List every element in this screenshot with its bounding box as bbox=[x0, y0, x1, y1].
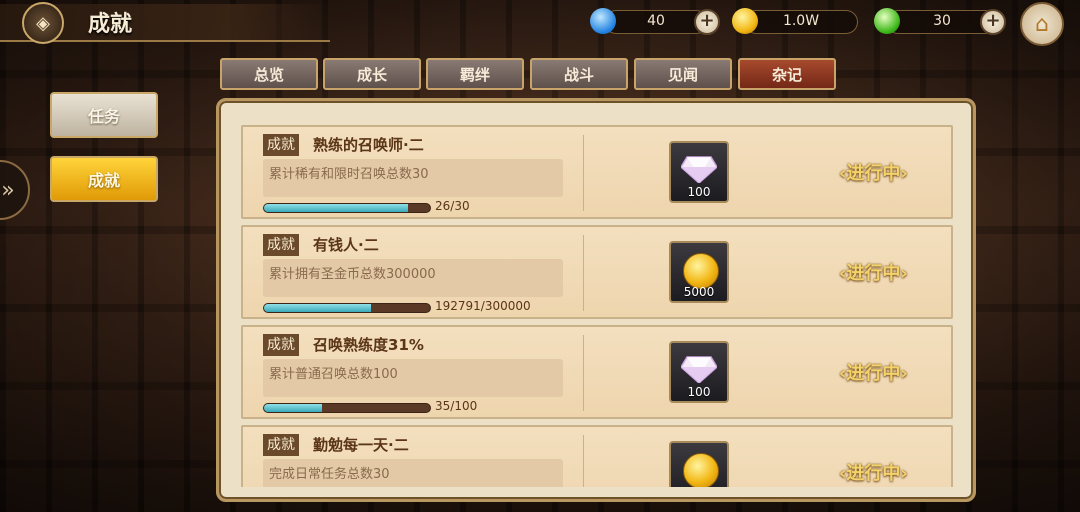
progress-text: 26/30 bbox=[435, 199, 470, 213]
crystal-icon bbox=[590, 8, 616, 34]
achievement-tag: 成就 bbox=[263, 334, 299, 356]
reward-item[interactable]: 100 bbox=[669, 341, 729, 403]
page-title: 成就 bbox=[88, 12, 133, 37]
diamond-back-icon: ◈ bbox=[36, 12, 50, 34]
currency-gold: 1.0W bbox=[744, 10, 858, 34]
tab-growth[interactable]: 成长 bbox=[323, 58, 421, 90]
add-crystal-button[interactable]: + bbox=[694, 9, 720, 35]
achievement-panel: 成就 熟练的召唤师·二 累计稀有和限时召唤总数30 26/30 100 ‹进行中… bbox=[216, 98, 976, 502]
achievement-name: 有钱人·二 bbox=[313, 236, 379, 254]
reward-item[interactable]: 100 bbox=[669, 141, 729, 203]
progress-bar bbox=[263, 303, 431, 313]
card-divider bbox=[583, 435, 584, 487]
side-tab-tasks-label: 任务 bbox=[87, 107, 120, 126]
currency-gold-value: 1.0W bbox=[782, 13, 820, 29]
status-label: 进行中 bbox=[846, 163, 901, 184]
status-in-progress: ‹进行中› bbox=[839, 263, 908, 284]
status-label: 进行中 bbox=[846, 463, 901, 484]
currency-crystal-value: 40 bbox=[647, 13, 665, 29]
card-divider bbox=[583, 235, 584, 311]
achievement-description: 累计稀有和限时召唤总数30 bbox=[263, 159, 563, 197]
tab-overview[interactable]: 总览 bbox=[220, 58, 318, 90]
gold-coin-reward-icon bbox=[683, 253, 719, 289]
back-button[interactable]: ◈ bbox=[22, 2, 64, 44]
card-divider bbox=[583, 335, 584, 411]
progress-bar bbox=[263, 403, 431, 413]
reward-quantity: 5000 bbox=[683, 285, 715, 299]
currency-crystal: 40 bbox=[604, 10, 708, 34]
tab-experience[interactable]: 见闻 bbox=[634, 58, 732, 90]
achievement-card: 成就 勤勉每一天·二 完成日常任务总数30 ‹进行中› bbox=[241, 425, 953, 487]
achievement-card: 成就 召唤熟练度31% 累计普通召唤总数100 35/100 100 ‹进行中› bbox=[241, 325, 953, 419]
side-tab-achievements-label: 成就 bbox=[87, 171, 120, 190]
side-tab-tasks[interactable]: 任务 bbox=[50, 92, 158, 138]
achievement-tag: 成就 bbox=[263, 434, 299, 456]
tab-battle[interactable]: 战斗 bbox=[530, 58, 628, 90]
achievement-list[interactable]: 成就 熟练的召唤师·二 累计稀有和限时召唤总数30 26/30 100 ‹进行中… bbox=[241, 125, 955, 487]
card-divider bbox=[583, 135, 584, 211]
home-button[interactable]: ⌂ bbox=[1020, 2, 1064, 46]
reward-item[interactable] bbox=[669, 441, 729, 487]
achievement-card: 成就 熟练的召唤师·二 累计稀有和限时召唤总数30 26/30 100 ‹进行中… bbox=[241, 125, 953, 219]
progress-text: 192791/300000 bbox=[435, 299, 531, 313]
achievement-description: 完成日常任务总数30 bbox=[263, 459, 563, 487]
achievement-card: 成就 有钱人·二 累计拥有圣金币总数300000 192791/300000 5… bbox=[241, 225, 953, 319]
achievement-description: 累计拥有圣金币总数300000 bbox=[263, 259, 563, 297]
achievement-tag: 成就 bbox=[263, 234, 299, 256]
achievement-name: 勤勉每一天·二 bbox=[313, 436, 409, 454]
status-label: 进行中 bbox=[846, 363, 901, 384]
crystal-reward-icon bbox=[681, 356, 717, 383]
status-in-progress: ‹进行中› bbox=[839, 363, 908, 384]
progress-fill bbox=[264, 304, 371, 312]
green-gem-icon bbox=[874, 8, 900, 34]
home-icon: ⌂ bbox=[1035, 11, 1049, 37]
achievement-name: 召唤熟练度31% bbox=[313, 336, 424, 354]
reward-quantity: 100 bbox=[687, 185, 711, 199]
side-tab-achievements[interactable]: 成就 bbox=[50, 156, 158, 202]
gold-coin-reward-icon bbox=[683, 453, 719, 487]
achievement-description: 累计普通召唤总数100 bbox=[263, 359, 563, 397]
chevron-right-icon: » bbox=[1, 177, 15, 203]
tab-bonds[interactable]: 羁绊 bbox=[426, 58, 524, 90]
top-bar: ◈ 成就 40 + 1.0W 30 + ⌂ bbox=[0, 0, 1080, 46]
status-label: 进行中 bbox=[846, 263, 901, 284]
progress-text: 35/100 bbox=[435, 399, 478, 413]
crystal-reward-icon bbox=[681, 156, 717, 183]
achievement-tag: 成就 bbox=[263, 134, 299, 156]
tab-misc[interactable]: 杂记 bbox=[738, 58, 836, 90]
status-in-progress: ‹进行中› bbox=[839, 463, 908, 484]
status-in-progress: ‹进行中› bbox=[839, 163, 908, 184]
progress-bar bbox=[263, 203, 431, 213]
reward-quantity: 100 bbox=[687, 385, 711, 399]
gold-coin-icon bbox=[732, 8, 758, 34]
add-green-gem-button[interactable]: + bbox=[980, 9, 1006, 35]
progress-fill bbox=[264, 404, 323, 412]
reward-item[interactable]: 5000 bbox=[669, 241, 729, 303]
achievement-name: 熟练的召唤师·二 bbox=[313, 136, 424, 154]
progress-fill bbox=[264, 204, 408, 212]
